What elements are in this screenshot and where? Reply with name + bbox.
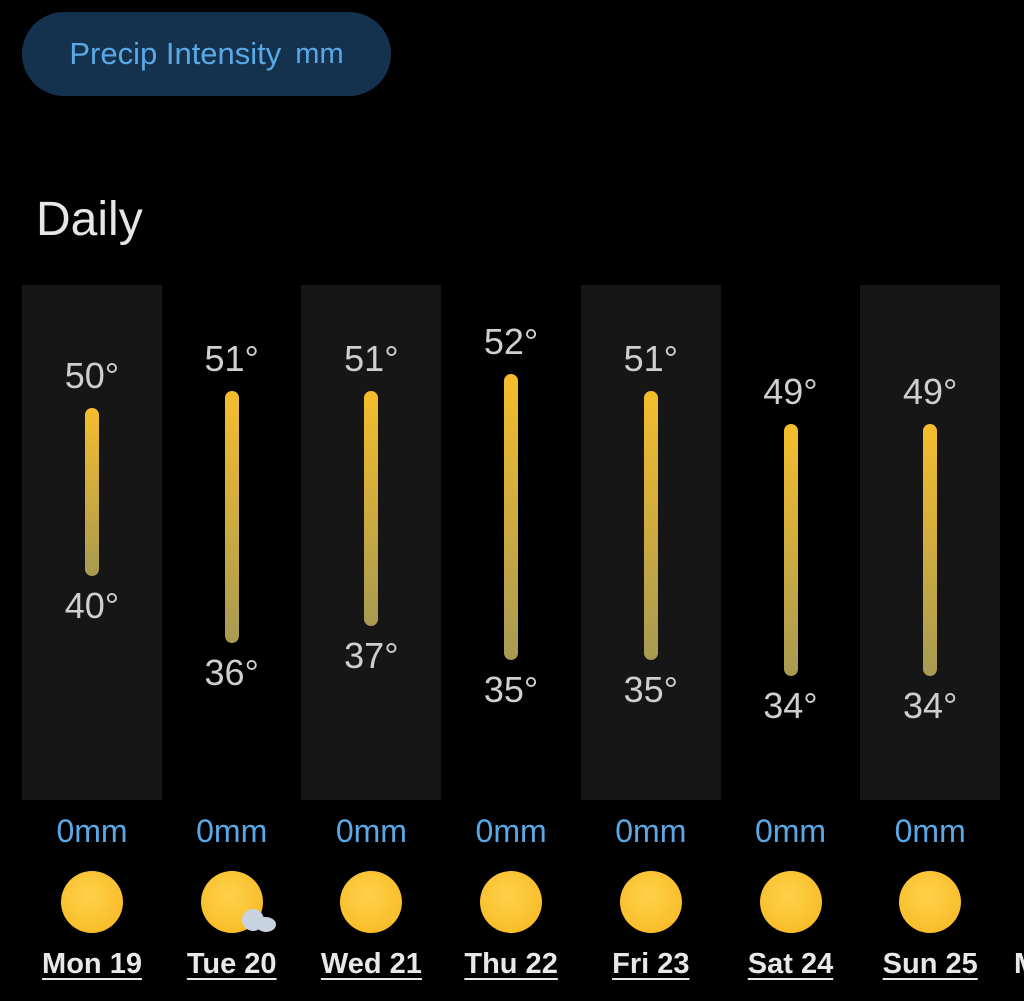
day-column[interactable]: 52° 35° 0mm Thu 22 [441, 285, 581, 1001]
day-label[interactable]: Tue 20 [162, 948, 302, 981]
high-temp: 51° [344, 337, 399, 379]
low-temp: 34° [902, 685, 958, 727]
precip-amount: 0mm [894, 813, 966, 849]
high-temp: 49° [763, 371, 818, 413]
temp-range-bar [85, 407, 99, 576]
sun-icon [619, 871, 682, 933]
temp-range-bar [364, 390, 379, 626]
day-column[interactable]: 51° 37° 0mm Wed 21 [301, 285, 442, 1001]
high-temp: 50° [64, 354, 120, 396]
low-temp: 35° [623, 668, 679, 710]
day-label[interactable]: Fri 23 [581, 948, 721, 981]
temp-range-bar [643, 390, 658, 660]
temp-range-bar [783, 424, 798, 677]
next-day-partial[interactable]: M [1014, 948, 1024, 981]
low-temp: 40° [64, 584, 120, 626]
day-column[interactable]: 49° 34° 0mm Sat 24 [721, 285, 861, 1001]
precip-amount: 0mm [754, 813, 827, 849]
sun-icon [899, 871, 962, 933]
sun-icon [61, 871, 123, 933]
sun-icon [340, 871, 403, 933]
chip-unit: mm [295, 37, 344, 70]
cloud-icon [241, 909, 278, 933]
sun-icon [759, 871, 822, 933]
day-column[interactable]: 51° 35° 0mm Fri 23 [580, 285, 721, 1001]
precip-amount: 0mm [56, 813, 128, 849]
high-temp: 52° [483, 321, 539, 362]
day-label[interactable]: Sun 25 [860, 948, 1000, 981]
low-temp: 35° [483, 668, 539, 710]
chip-label: Precip Intensity [69, 36, 282, 71]
high-temp: 51° [204, 337, 259, 379]
temp-range-bar [504, 374, 519, 660]
high-temp: 49° [902, 371, 958, 413]
day-label[interactable]: Sat 24 [721, 948, 861, 981]
low-temp: 36° [204, 651, 259, 693]
day-column[interactable]: 51° 36° 0mm Tue 20 [162, 285, 302, 1001]
precip-amount: 0mm [335, 813, 407, 849]
precip-amount: 0mm [196, 813, 268, 849]
temp-range-bar [224, 390, 239, 643]
low-temp: 34° [763, 685, 818, 727]
section-title: Daily [36, 193, 143, 246]
precip-amount: 0mm [615, 813, 687, 849]
sun-icon [480, 871, 543, 933]
day-column[interactable]: 49° 34° 0mm Sun 25 [860, 285, 1001, 1001]
temp-range-bar [923, 424, 938, 677]
high-temp: 51° [623, 337, 679, 379]
day-label[interactable]: Wed 21 [301, 948, 441, 981]
precip-amount: 0mm [475, 813, 547, 849]
low-temp: 37° [344, 635, 399, 676]
day-label[interactable]: Mon 19 [22, 948, 162, 981]
day-label[interactable]: Thu 22 [441, 948, 581, 981]
day-column[interactable]: 50° 40° 0mm Mon 19 [22, 285, 162, 1001]
precip-intensity-chip[interactable]: Precip Intensity mm [22, 12, 391, 96]
